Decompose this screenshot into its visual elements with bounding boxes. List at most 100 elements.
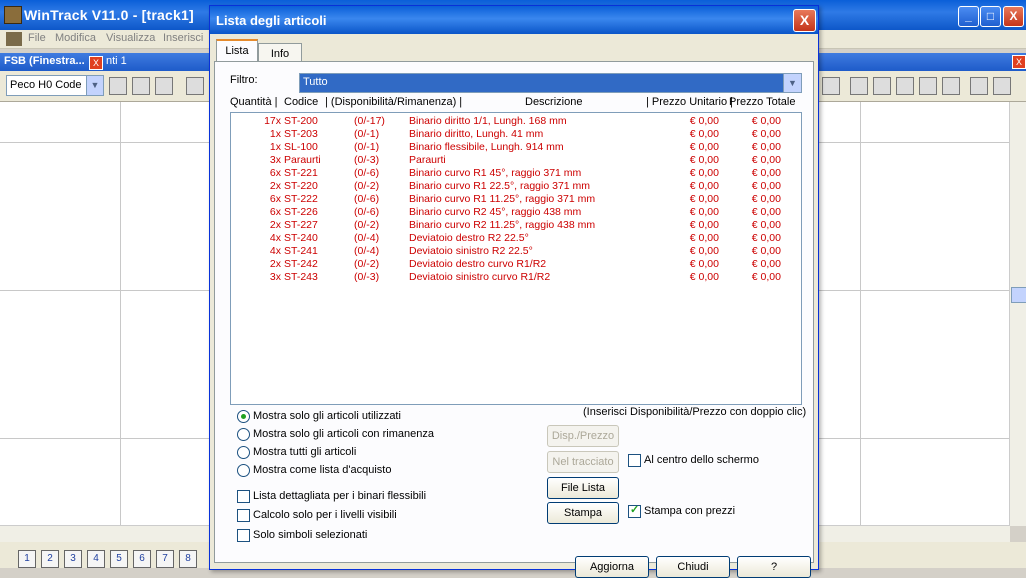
folder-icon[interactable] <box>186 77 204 95</box>
page-3-button[interactable]: 3 <box>64 550 82 568</box>
cell-qty: 4x <box>269 232 281 244</box>
list-icon[interactable] <box>155 77 173 95</box>
page-5-button[interactable]: 5 <box>110 550 128 568</box>
preview-icon[interactable] <box>132 77 150 95</box>
table-row[interactable]: 6x ST-226 (0/-6) Binario curvo R2 45°, ragg… <box>231 206 799 219</box>
radio-all-items[interactable] <box>237 446 250 459</box>
cell-code: ST-240 <box>284 232 318 244</box>
cell-qty: 2x <box>269 219 281 231</box>
tool-b-icon[interactable] <box>896 77 914 95</box>
tab-lista[interactable]: Lista <box>216 39 258 63</box>
aggiorna-button[interactable]: Aggiorna <box>575 556 649 578</box>
dialog-title-bar[interactable]: Lista degli articoli X <box>210 6 818 34</box>
cell-qty: 1x <box>269 128 281 140</box>
cell-desc: Binario curvo R1 45°, raggio 371 mm <box>409 167 582 179</box>
radio-shopping-list[interactable] <box>237 464 250 477</box>
page-8-button[interactable]: 8 <box>179 550 197 568</box>
tool-e-icon[interactable] <box>970 77 988 95</box>
table-row[interactable]: 4x ST-240 (0/-4) Deviatoio destro R2 22.5° €… <box>231 232 799 245</box>
print-icon[interactable] <box>109 77 127 95</box>
cell-avail: (0/-3) <box>354 154 380 166</box>
cell-qty: 6x <box>269 167 281 179</box>
radio-all-items-label: Mostra tutti gli articoli <box>253 446 357 458</box>
file-lista-button[interactable]: File Lista <box>547 477 619 499</box>
check-selected-symbols[interactable] <box>237 529 250 542</box>
tool-a-icon[interactable] <box>873 77 891 95</box>
cell-total: € 0,00 <box>751 193 781 205</box>
disp-prezzo-button[interactable]: Disp./Prezzo <box>547 425 619 447</box>
chevron-down-icon[interactable]: ▼ <box>783 74 801 92</box>
double-click-hint: (Inserisci Disponibilità/Prezzo con dopp… <box>583 406 807 418</box>
table-row[interactable]: 6x ST-222 (0/-6) Binario curvo R1 11.25°, r… <box>231 193 799 206</box>
cell-code: ST-220 <box>284 180 318 192</box>
menu-file[interactable]: File <box>28 32 46 44</box>
items-list-dialog: Lista degli articoli X Lista Info Filtro… <box>209 5 819 578</box>
user-icon[interactable] <box>993 77 1011 95</box>
stampa-button[interactable]: Stampa <box>547 502 619 524</box>
menu-modifica[interactable]: Modifica <box>55 32 96 44</box>
page-2-button[interactable]: 2 <box>41 550 59 568</box>
filter-select[interactable]: Tutto ▼ <box>299 73 802 93</box>
check-detailed-flex[interactable] <box>237 490 250 503</box>
minimize-button[interactable]: _ <box>958 6 979 27</box>
cell-qty: 2x <box>269 258 281 270</box>
table-row[interactable]: 2x ST-227 (0/-2) Binario curvo R2 11.25°, r… <box>231 219 799 232</box>
table-row[interactable]: 1x ST-203 (0/-1) Binario diritto, Lungh. 41… <box>231 128 799 141</box>
tool-c-icon[interactable] <box>919 77 937 95</box>
cell-desc: Binario curvo R1 22.5°, raggio 371 mm <box>409 180 591 192</box>
cell-price: € 0,00 <box>689 180 719 192</box>
radio-used-items[interactable] <box>237 410 250 423</box>
check-print-prices[interactable] <box>628 503 641 518</box>
cell-price: € 0,00 <box>689 271 719 283</box>
dialog-close-button[interactable]: X <box>793 9 816 32</box>
table-row[interactable]: 4x ST-241 (0/-4) Deviatoio sinistro R2 22.5… <box>231 245 799 258</box>
vertical-scrollbar[interactable] <box>1009 102 1026 526</box>
radio-remaining-items[interactable] <box>237 428 250 441</box>
page-6-button[interactable]: 6 <box>133 550 151 568</box>
menu-inserisci[interactable]: Inserisci <box>163 32 203 44</box>
chevron-down-icon[interactable]: ▼ <box>86 76 103 95</box>
cell-code: SL-100 <box>284 141 318 153</box>
cell-total: € 0,00 <box>751 258 781 270</box>
maximize-button[interactable]: □ <box>980 6 1001 27</box>
table-row[interactable]: 17x ST-200 (0/-17) Binario diritto 1/1, Lun… <box>231 115 799 128</box>
fsb-close-icon[interactable]: X <box>89 56 103 70</box>
star-icon[interactable] <box>822 77 840 95</box>
table-row[interactable]: 1x SL-100 (0/-1) Binario flessibile, Lungh.… <box>231 141 799 154</box>
close-button[interactable]: X <box>1003 6 1024 27</box>
track-system-select[interactable]: Peco H0 Code ▼ <box>6 75 104 96</box>
table-row[interactable]: 2x ST-242 (0/-2) Deviatoio destro curvo R1/… <box>231 258 799 271</box>
table-row[interactable]: 2x ST-220 (0/-2) Binario curvo R1 22.5°, ra… <box>231 180 799 193</box>
check-detailed-flex-label: Lista dettagliata per i binari flessibil… <box>253 490 427 502</box>
page-7-button[interactable]: 7 <box>156 550 174 568</box>
cell-avail: (0/-2) <box>354 219 380 231</box>
cell-price: € 0,00 <box>689 115 719 127</box>
cell-desc: Deviatoio destro R2 22.5° <box>409 232 529 244</box>
cell-code: ST-242 <box>284 258 318 270</box>
vertical-scroll-thumb[interactable] <box>1011 287 1026 303</box>
table-row[interactable]: 6x ST-221 (0/-6) Binario curvo R1 45°, ragg… <box>231 167 799 180</box>
menu-visualizza[interactable]: Visualizza <box>106 32 155 44</box>
fsb-right-close-icon[interactable]: X <box>1012 55 1026 69</box>
cell-total: € 0,00 <box>751 232 781 244</box>
nel-tracciato-button[interactable]: Nel tracciato <box>547 451 619 473</box>
tool-d-icon[interactable] <box>942 77 960 95</box>
table-row[interactable]: 3x Paraurti (0/-3) Paraurti € 0,00 € 0,00 <box>231 154 799 167</box>
page-1-button[interactable]: 1 <box>18 550 36 568</box>
items-list[interactable]: 17x ST-200 (0/-17) Binario diritto 1/1, Lun… <box>230 112 802 405</box>
check-visible-levels[interactable] <box>237 509 250 522</box>
cell-avail: (0/-2) <box>354 258 380 270</box>
function-icon[interactable] <box>850 77 868 95</box>
check-center-screen[interactable] <box>628 454 641 467</box>
fsb-title-right: nti 1 <box>106 55 127 67</box>
help-button[interactable]: ? <box>737 556 811 578</box>
cell-desc: Binario diritto, Lungh. 41 mm <box>409 128 544 140</box>
cell-qty: 3x <box>269 271 281 283</box>
column-header-desc: Descrizione <box>525 96 583 108</box>
cell-desc: Binario curvo R2 11.25°, raggio 438 mm <box>409 219 596 231</box>
chiudi-button[interactable]: Chiudi <box>656 556 730 578</box>
cell-avail: (0/-6) <box>354 193 380 205</box>
page-4-button[interactable]: 4 <box>87 550 105 568</box>
table-row[interactable]: 3x ST-243 (0/-3) Deviatoio sinistro curvo R… <box>231 271 799 284</box>
cell-total: € 0,00 <box>751 128 781 140</box>
